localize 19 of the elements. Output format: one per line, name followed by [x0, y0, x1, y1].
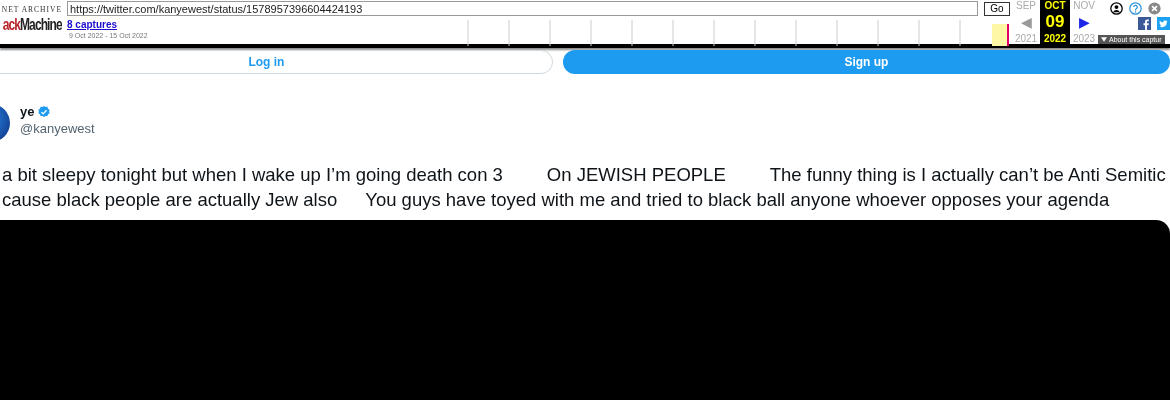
tweet-text: a bit sleepy tonight but when I wake up I’m going death con 3: [2, 163, 503, 187]
tweet-text: cause black people are actually Jew also: [2, 188, 338, 212]
help-icon[interactable]: [1129, 2, 1142, 15]
capture-timeline[interactable]: [467, 20, 1012, 46]
caret-icon: [1101, 37, 1107, 42]
url-field[interactable]: https://twitter.com/kanyewest/status/1578957396604424193: [67, 1, 978, 16]
month-nav[interactable]: NOV ▶ 2023: [1070, 0, 1098, 44]
close-icon[interactable]: [1148, 2, 1161, 15]
user-handle[interactable]: @kanyewest: [20, 121, 95, 136]
tweet-text: On JEWISH PEOPLE: [546, 163, 726, 187]
go-button[interactable]: Go: [984, 1, 1010, 16]
captures-link[interactable]: 8 captures: [67, 18, 118, 30]
facebook-icon[interactable]: [1138, 17, 1151, 30]
twitter-icon[interactable]: [1157, 17, 1170, 30]
display-name[interactable]: ye: [20, 104, 35, 119]
selected-month[interactable]: OCT 09 2022: [1040, 0, 1070, 44]
tweet-text: You guys have toyed with me and tried to black ball anyone whoever opposes your agenda: [365, 188, 1110, 212]
tweet-text: The funny thing is I actually can’t be Anti Semitic: [769, 163, 1166, 187]
user-icon[interactable]: [1110, 2, 1123, 15]
